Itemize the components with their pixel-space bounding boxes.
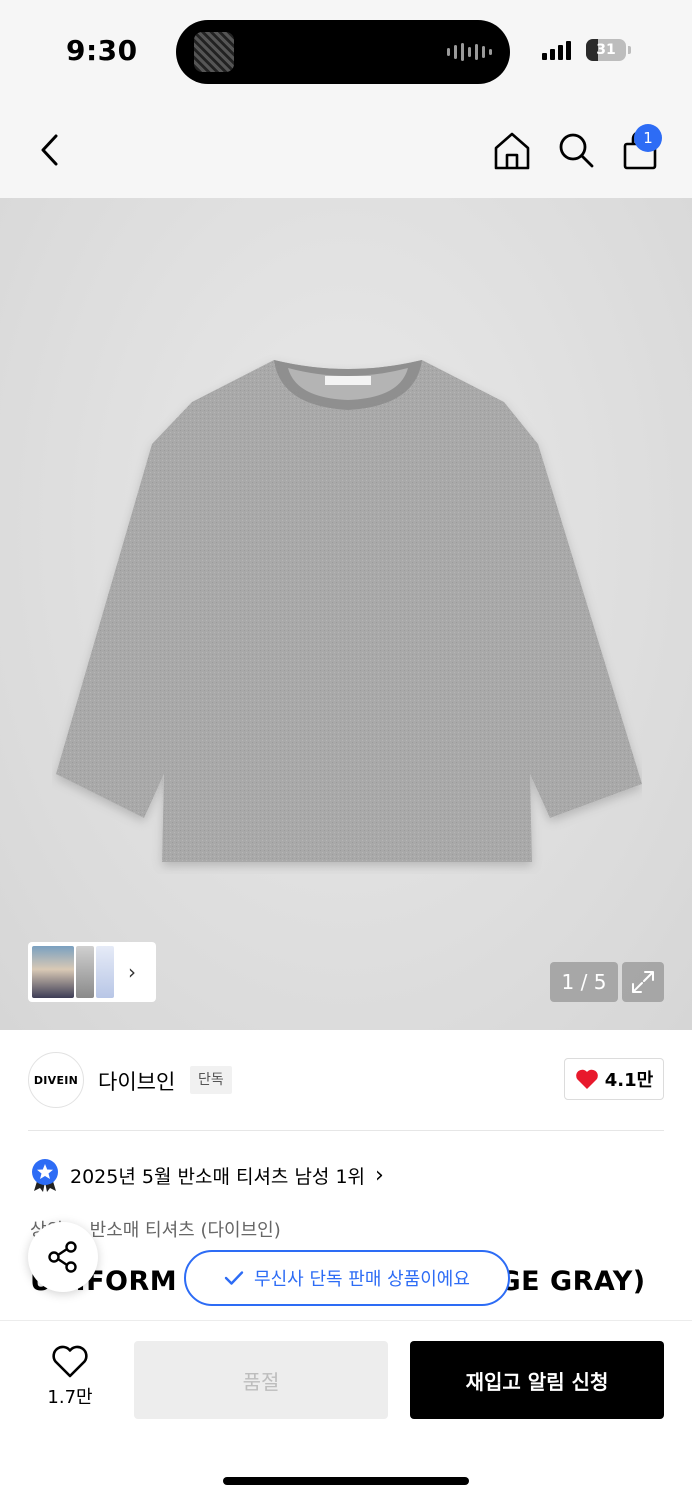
- restock-alert-button[interactable]: 재입고 알림 신청: [410, 1341, 664, 1419]
- exclusive-tag: 단독: [190, 1066, 232, 1094]
- exclusive-sale-toast: 무신사 단독 판매 상품이에요: [184, 1250, 510, 1306]
- chevron-left-icon: [41, 134, 58, 166]
- thumbnail-strip[interactable]: ›: [28, 942, 156, 1002]
- wishlist-count: 1.7만: [47, 1387, 93, 1408]
- battery-percentage: 31: [596, 42, 616, 58]
- home-button[interactable]: [490, 128, 534, 172]
- thumbnail-blue-tee[interactable]: [96, 946, 114, 998]
- home-icon: [494, 132, 530, 170]
- thumbnail-model-photo[interactable]: [32, 946, 74, 998]
- image-page-indicator: 1 / 5: [550, 962, 618, 1002]
- brand-like-button[interactable]: 4.1만: [564, 1058, 664, 1100]
- heart-filled-icon: [575, 1069, 598, 1089]
- brand-name[interactable]: 다이브인: [98, 1066, 175, 1096]
- checkmark-icon: [224, 1271, 244, 1285]
- dynamic-island[interactable]: [176, 20, 510, 84]
- status-time: 9:30: [66, 34, 138, 67]
- bottom-action-bar: 1.7만 품절 재입고 알림 신청: [0, 1320, 692, 1500]
- heart-outline-icon: [52, 1345, 88, 1378]
- ranking-link[interactable]: 2025년 5월 반소매 티셔츠 남성 1위 ›: [30, 1158, 384, 1192]
- battery-cap: [628, 46, 631, 54]
- thumbnail-gray-tee[interactable]: [76, 946, 94, 998]
- divider: [28, 1130, 664, 1131]
- battery-icon: 31: [586, 39, 626, 61]
- search-icon: [559, 133, 594, 168]
- now-playing-album-art: [194, 32, 234, 72]
- ranking-badge-icon: [32, 1159, 58, 1192]
- cellular-signal-icon: [542, 40, 571, 60]
- cart-count-badge: 1: [634, 124, 662, 152]
- home-indicator[interactable]: [223, 1477, 469, 1485]
- brand-like-count: 4.1만: [604, 1070, 654, 1091]
- expand-icon: [632, 971, 654, 993]
- share-button[interactable]: [28, 1222, 98, 1292]
- top-navigation: [0, 100, 692, 198]
- audio-waveform-icon: [447, 42, 492, 62]
- search-button[interactable]: [554, 128, 598, 172]
- status-bar: 9:30 31: [0, 0, 692, 100]
- brand-row: DIVEIN 다이브인 단독 4.1만: [28, 1052, 664, 1110]
- toast-text: 무신사 단독 판매 상품이에요: [254, 1269, 470, 1290]
- brand-logo[interactable]: DIVEIN: [28, 1052, 84, 1108]
- share-icon: [48, 1241, 77, 1273]
- chevron-right-icon[interactable]: ›: [128, 960, 136, 984]
- ranking-text: 2025년 5월 반소매 티셔츠 남성 1위: [70, 1165, 366, 1188]
- back-button[interactable]: [28, 128, 72, 172]
- soldout-button: 품절: [134, 1341, 388, 1419]
- wishlist-button[interactable]: 1.7만: [36, 1345, 104, 1417]
- tshirt-product-image: [56, 360, 642, 862]
- product-image-carousel[interactable]: › 1 / 5: [0, 198, 692, 1030]
- expand-image-button[interactable]: [622, 962, 664, 1002]
- chevron-right-icon: ›: [375, 1162, 384, 1188]
